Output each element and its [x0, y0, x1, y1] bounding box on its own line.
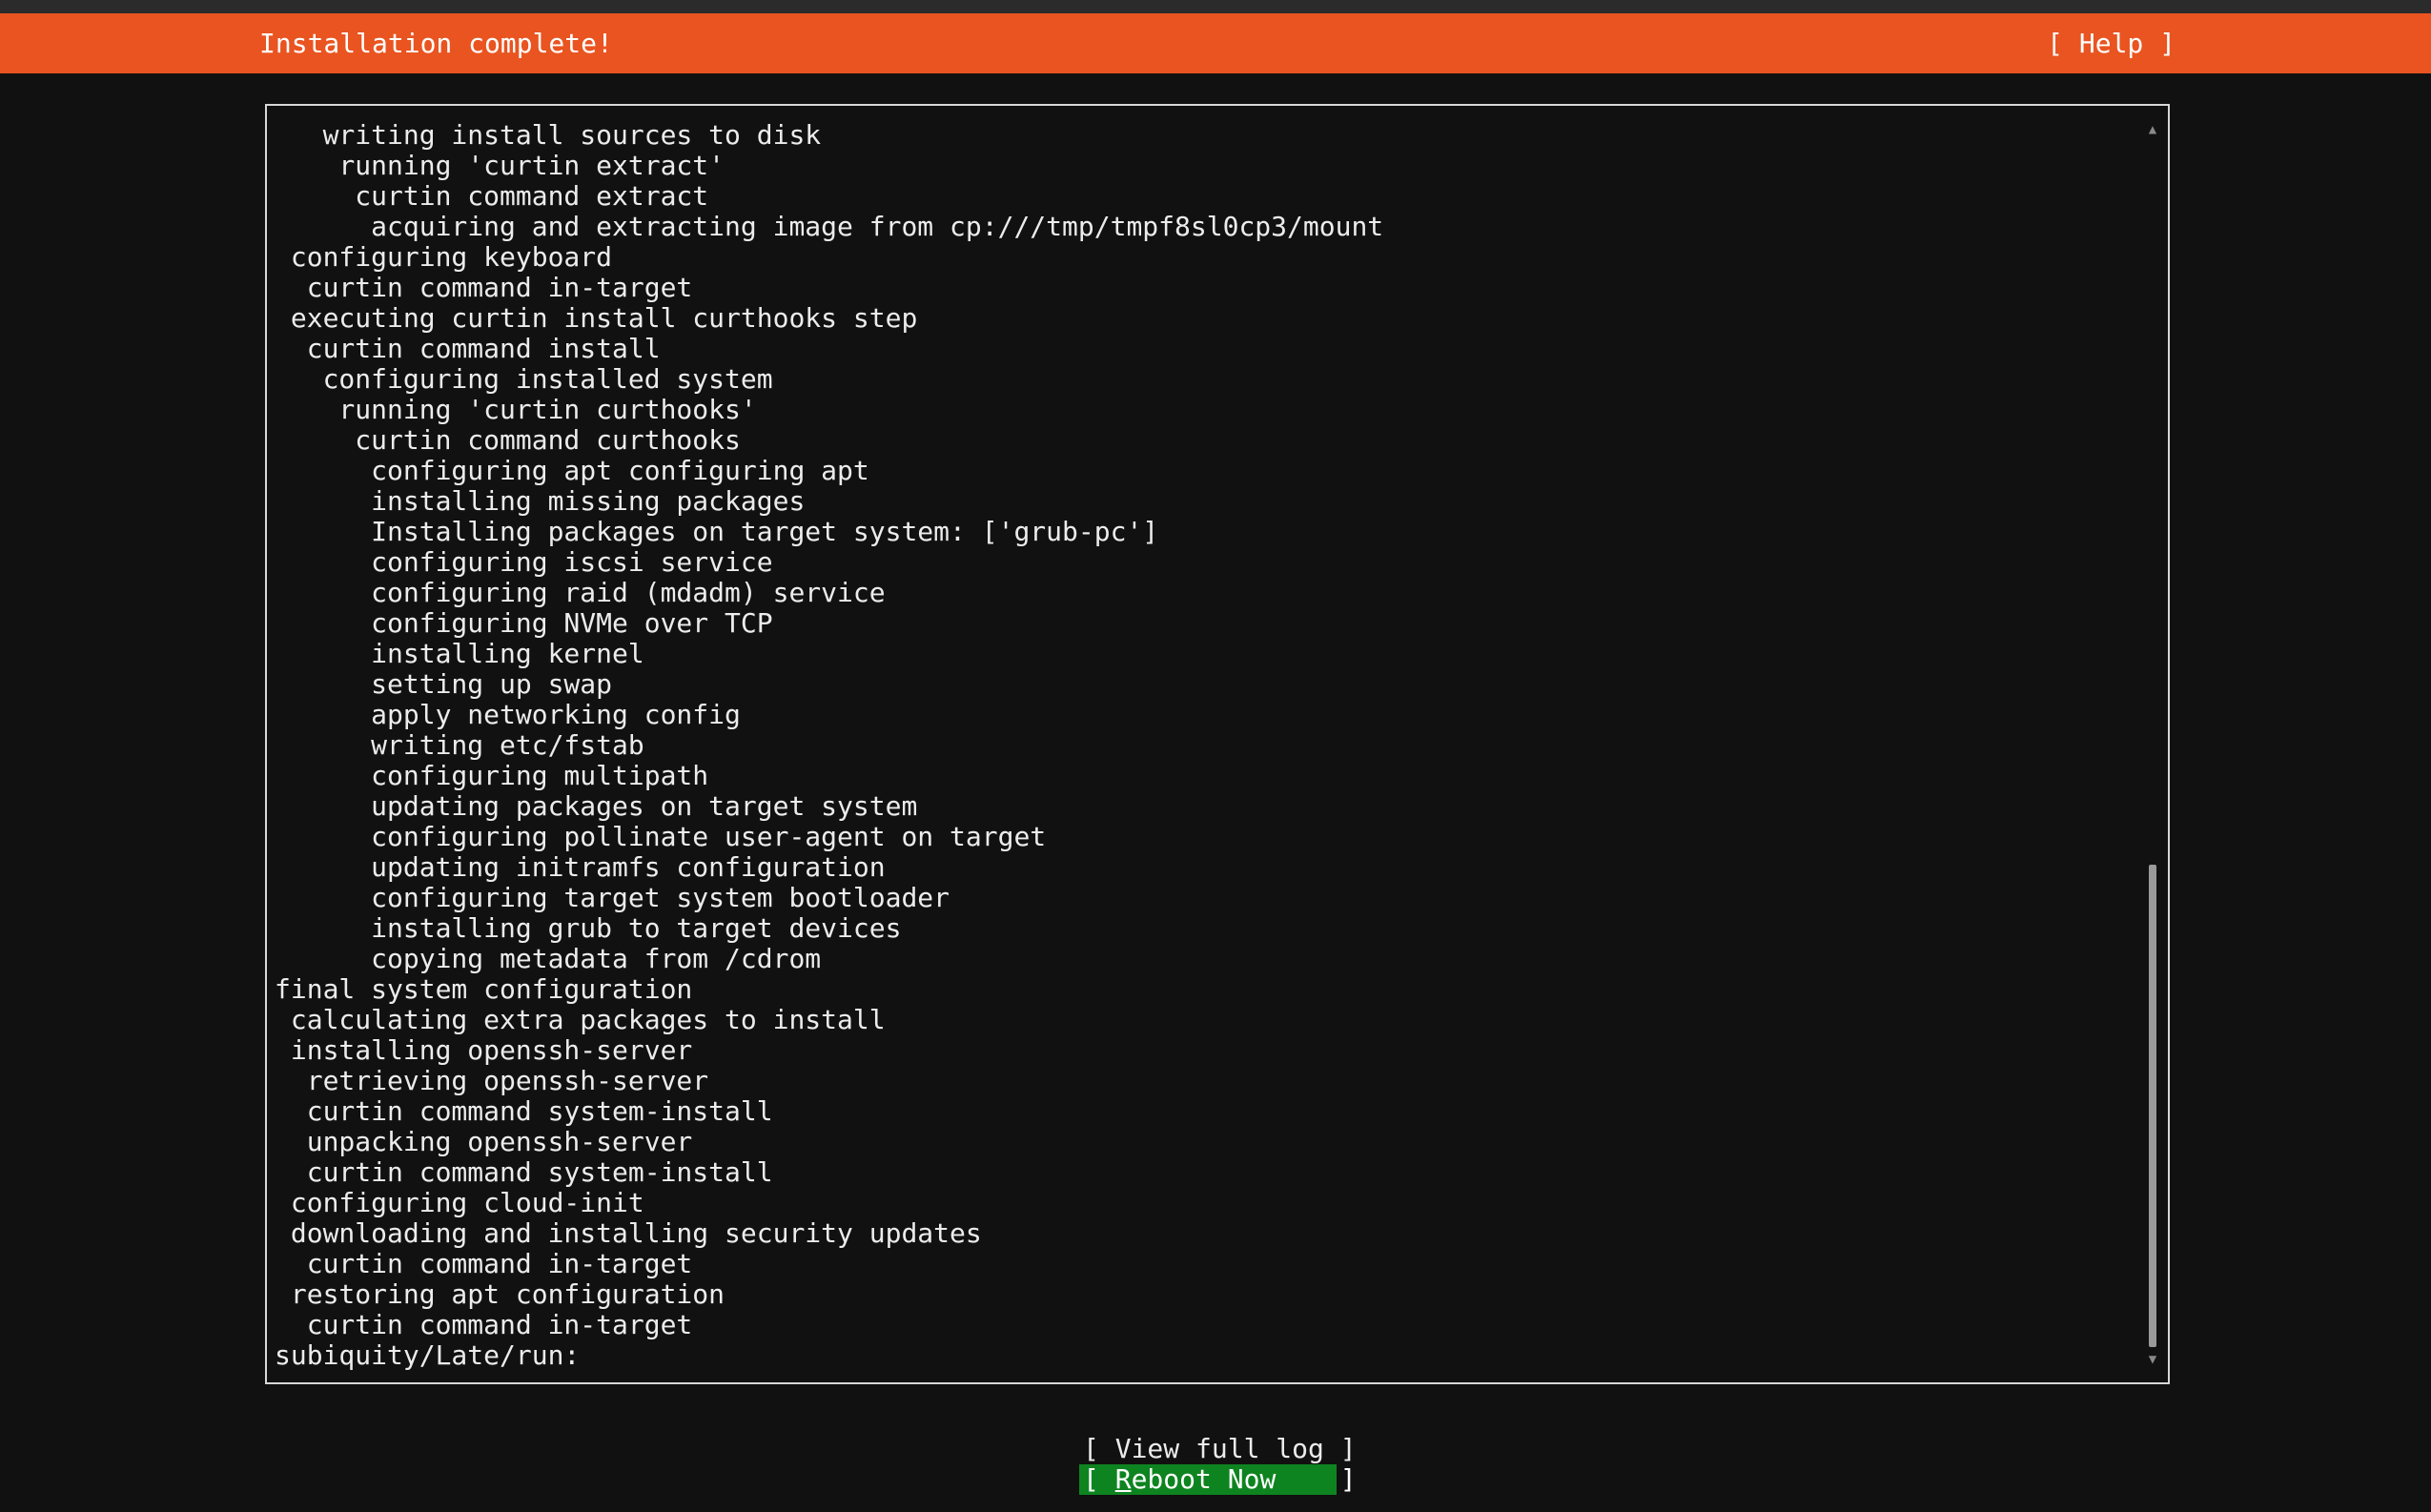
log-line: configuring multipath [275, 760, 709, 791]
scroll-up-arrow-icon[interactable]: ▲ [2145, 121, 2160, 138]
reboot-button-label: eboot Now ] [1131, 1463, 1357, 1495]
log-line: curtin command curthooks [275, 424, 741, 456]
scroll-track[interactable] [2149, 142, 2156, 1347]
log-line: curtin command in-target [275, 272, 693, 303]
log-line: retrieving openssh-server [275, 1065, 709, 1096]
top-border [0, 0, 2431, 13]
header-bar: Installation complete! [ Help ] [0, 13, 2431, 73]
log-line: setting up swap [275, 668, 613, 700]
log-line: writing install sources to disk [275, 119, 822, 151]
log-line: updating initramfs configuration [275, 851, 886, 883]
log-line: installing openssh-server [275, 1034, 693, 1066]
log-line: updating packages on target system [275, 790, 918, 822]
log-line: downloading and installing security upda… [275, 1217, 982, 1249]
log-line: unpacking openssh-server [275, 1126, 693, 1157]
log-line: installing kernel [275, 638, 644, 669]
log-line: configuring keyboard [275, 241, 613, 273]
log-line: curtin command system-install [275, 1156, 773, 1188]
log-line: calculating extra packages to install [275, 1004, 886, 1035]
log-line: curtin command install [275, 333, 661, 364]
log-line: final system configuration [275, 973, 693, 1005]
log-line: writing etc/fstab [275, 729, 644, 761]
reboot-now-button[interactable]: [ Reboot Now ] [1079, 1463, 1357, 1495]
log-scrollbar[interactable]: ▲ ▼ [2145, 121, 2160, 1368]
help-button[interactable]: [ Help ] [2047, 27, 2176, 61]
install-log-lines: writing install sources to disk running … [275, 120, 2124, 1371]
log-line: Installing packages on target system: ['… [275, 516, 1159, 547]
log-line: curtin command in-target [275, 1248, 693, 1279]
log-line: running 'curtin curthooks' [275, 394, 757, 425]
log-line: configuring installed system [275, 363, 773, 395]
log-line: configuring iscsi service [275, 546, 773, 578]
view-full-log-button[interactable]: [ View full log ] [1079, 1434, 1360, 1464]
log-line: configuring NVMe over TCP [275, 607, 773, 639]
log-line: curtin command in-target [275, 1309, 693, 1340]
log-line: configuring apt configuring apt [275, 455, 869, 486]
log-line: curtin command system-install [275, 1095, 773, 1127]
reboot-button-open-bracket: [ [1083, 1463, 1115, 1495]
log-line: curtin command extract [275, 180, 709, 212]
log-line: configuring target system bootloader [275, 882, 950, 913]
page-title: Installation complete! [259, 28, 613, 59]
reboot-hotkey-letter: R [1114, 1463, 1132, 1495]
log-line: subiquity/Late/run: [275, 1339, 581, 1371]
scroll-down-arrow-icon[interactable]: ▼ [2145, 1351, 2160, 1368]
log-line: installing grub to target devices [275, 912, 902, 944]
scroll-thumb[interactable] [2149, 865, 2156, 1347]
log-line: restoring apt configuration [275, 1278, 725, 1310]
log-line: copying metadata from /cdrom [275, 943, 822, 974]
log-line: executing curtin install curthooks step [275, 302, 918, 334]
log-line: acquiring and extracting image from cp:/… [275, 211, 1384, 242]
log-line: running 'curtin extract' [275, 150, 725, 181]
log-line: installing missing packages [275, 485, 806, 517]
log-line: configuring raid (mdadm) service [275, 577, 886, 608]
log-line: configuring cloud-init [275, 1187, 644, 1218]
log-line: apply networking config [275, 699, 741, 730]
log-line: configuring pollinate user-agent on targ… [275, 821, 1047, 852]
install-log-panel[interactable]: writing install sources to disk running … [265, 104, 2170, 1384]
